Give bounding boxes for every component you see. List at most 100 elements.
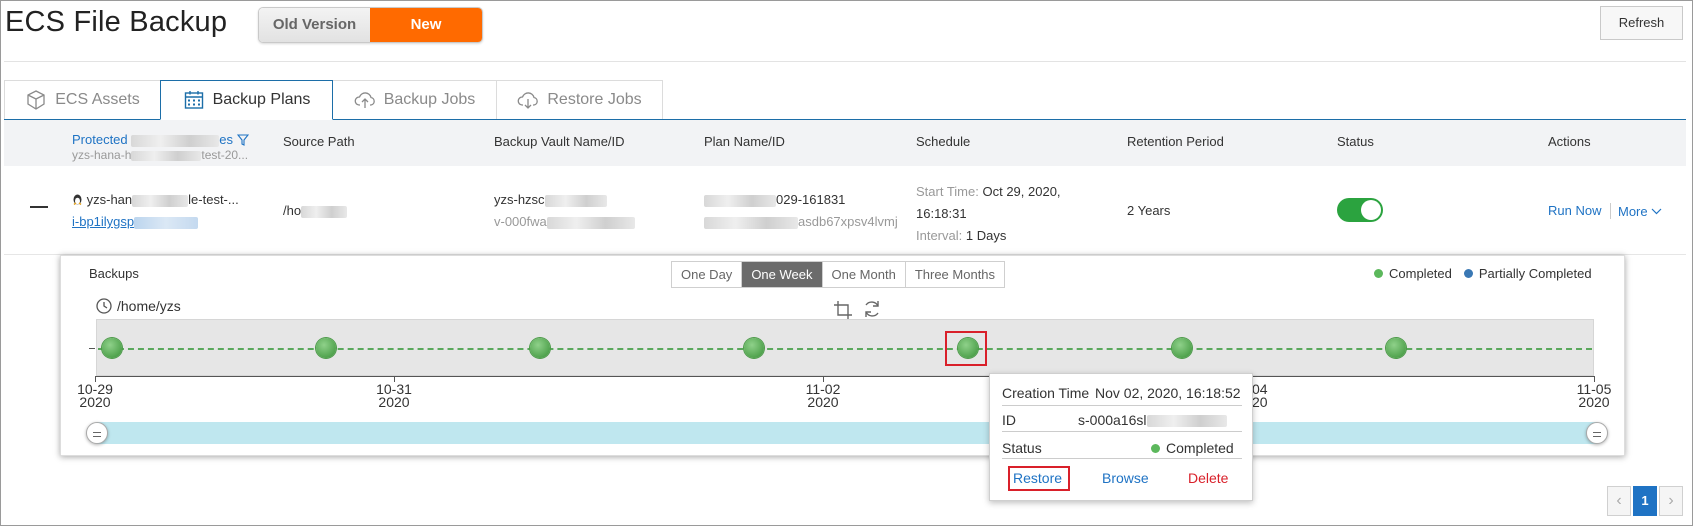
backup-point[interactable] bbox=[316, 338, 336, 358]
prev-page-button[interactable]: ‹ bbox=[1607, 486, 1631, 516]
backup-point[interactable] bbox=[1172, 338, 1192, 358]
version-toggle: Old Version New Version bbox=[258, 7, 483, 43]
id-value: s-000a16sl bbox=[1078, 412, 1227, 428]
clock-icon bbox=[95, 297, 113, 315]
actions-header: Actions bbox=[1548, 134, 1591, 149]
old-version-button[interactable]: Old Version bbox=[259, 8, 370, 42]
collapse-row-button[interactable] bbox=[30, 206, 48, 208]
axis-label: 10-31 2020 bbox=[376, 381, 412, 410]
tab-backup-jobs[interactable]: Backup Jobs bbox=[332, 80, 497, 119]
creation-time-label: Creation Time bbox=[1002, 385, 1090, 401]
browse-link[interactable]: Browse bbox=[1102, 470, 1149, 486]
brush-handle-left[interactable] bbox=[86, 422, 108, 444]
redacted bbox=[704, 194, 776, 207]
y-tick bbox=[89, 348, 95, 349]
protected-instances-header[interactable]: Protected es bbox=[72, 132, 249, 149]
range-one-week[interactable]: One Week bbox=[742, 262, 823, 287]
creation-time-value: Nov 02, 2020, 16:18:52 bbox=[1095, 385, 1241, 401]
range-three-months[interactable]: Three Months bbox=[905, 262, 1005, 287]
retention-value: 2 Years bbox=[1127, 203, 1171, 218]
axis-label: 11-05 2020 bbox=[1576, 381, 1612, 410]
instance-name: yzs-han le-test-... bbox=[72, 192, 239, 208]
vault-id: v-000fwa bbox=[494, 214, 635, 229]
status-header: Status bbox=[1337, 134, 1374, 149]
tab-label: Restore Jobs bbox=[547, 91, 642, 108]
legend: Completed Partially Completed bbox=[1374, 266, 1592, 281]
id-label: ID bbox=[1002, 412, 1016, 428]
completed-legend-dot bbox=[1374, 269, 1383, 278]
next-page-button[interactable]: › bbox=[1659, 486, 1683, 516]
redacted bbox=[301, 205, 348, 218]
cube-icon bbox=[25, 89, 47, 111]
plan-id: asdb67xpsv4lvmj bbox=[704, 214, 898, 229]
instance-id-link[interactable]: i-bp1ilygsp bbox=[72, 214, 199, 229]
redacted bbox=[132, 194, 189, 207]
cloud-download-icon bbox=[517, 89, 539, 111]
axis-label: 04 20 bbox=[1252, 381, 1268, 410]
tab-label: ECS Assets bbox=[55, 91, 140, 108]
status-value: Completed bbox=[1151, 440, 1234, 456]
chevron-down-icon bbox=[1651, 203, 1662, 218]
restore-highlight bbox=[1008, 466, 1070, 491]
filter-icon[interactable] bbox=[236, 134, 249, 149]
calendar-icon bbox=[183, 89, 205, 111]
selected-point-highlight bbox=[945, 331, 987, 366]
tab-label: Backup Jobs bbox=[383, 91, 476, 108]
plan-header: Plan Name/ID bbox=[704, 134, 785, 149]
backup-point[interactable] bbox=[1386, 338, 1406, 358]
range-brush[interactable] bbox=[97, 422, 1597, 444]
header-divider bbox=[4, 61, 1686, 62]
backup-point[interactable] bbox=[530, 338, 550, 358]
retention-header: Retention Period bbox=[1127, 134, 1224, 149]
axis-label: 10-29 2020 bbox=[77, 381, 113, 410]
redacted bbox=[1146, 415, 1227, 428]
cloud-upload-icon bbox=[354, 89, 376, 111]
status-toggle[interactable] bbox=[1337, 198, 1383, 222]
completed-status-dot bbox=[1151, 443, 1160, 453]
refresh-button[interactable]: Refresh bbox=[1600, 6, 1683, 40]
status-label: Status bbox=[1002, 440, 1042, 456]
redacted bbox=[546, 216, 635, 229]
tooltip-divider bbox=[1002, 458, 1242, 459]
backup-path: /home/yzs bbox=[95, 297, 181, 315]
new-version-button[interactable]: New Version bbox=[370, 8, 482, 42]
tab-restore-jobs[interactable]: Restore Jobs bbox=[496, 80, 663, 119]
redacted bbox=[544, 194, 607, 207]
tab-ecs-assets[interactable]: ECS Assets bbox=[4, 80, 161, 119]
time-range-selector: One Day One Week One Month Three Months bbox=[671, 261, 1006, 288]
linux-icon bbox=[72, 193, 83, 208]
plan-name: 029-161831 bbox=[704, 192, 845, 207]
source-path-header: Source Path bbox=[283, 134, 355, 149]
vault-name: yzs-hzsc bbox=[494, 192, 607, 207]
redacted bbox=[134, 216, 199, 229]
backup-point[interactable] bbox=[102, 338, 122, 358]
page-1-button[interactable]: 1 bbox=[1633, 486, 1657, 516]
backup-point[interactable] bbox=[744, 338, 764, 358]
backups-title: Backups bbox=[89, 266, 139, 281]
more-menu[interactable]: More bbox=[1618, 203, 1662, 219]
table-header bbox=[4, 120, 1686, 166]
action-divider bbox=[1610, 203, 1611, 219]
redacted bbox=[704, 216, 798, 229]
tab-label: Backup Plans bbox=[212, 91, 311, 108]
delete-link[interactable]: Delete bbox=[1188, 470, 1228, 486]
page-title: ECS File Backup bbox=[5, 6, 228, 38]
axis-label: 11-02 2020 bbox=[805, 381, 841, 410]
tab-backup-plans[interactable]: Backup Plans bbox=[160, 80, 333, 120]
source-path-value: /ho bbox=[283, 203, 348, 218]
range-one-month[interactable]: One Month bbox=[822, 262, 906, 287]
redacted bbox=[131, 150, 202, 161]
protected-instance-sub: yzs-hana-h test-20... bbox=[72, 148, 249, 162]
toggle-knob bbox=[1361, 200, 1381, 220]
tooltip-divider bbox=[1002, 405, 1242, 406]
redacted bbox=[131, 134, 220, 147]
schedule-value: Start Time: Oct 29, 2020, 16:18:31 Inter… bbox=[916, 184, 1061, 243]
partial-legend-dot bbox=[1463, 269, 1473, 278]
time-axis bbox=[95, 376, 1595, 377]
range-one-day[interactable]: One Day bbox=[672, 262, 743, 287]
vault-header: Backup Vault Name/ID bbox=[494, 134, 625, 149]
run-now-link[interactable]: Run Now bbox=[1548, 203, 1601, 218]
schedule-header: Schedule bbox=[916, 134, 971, 149]
brush-handle-right[interactable] bbox=[1586, 422, 1608, 444]
tooltip-divider bbox=[1002, 431, 1242, 432]
